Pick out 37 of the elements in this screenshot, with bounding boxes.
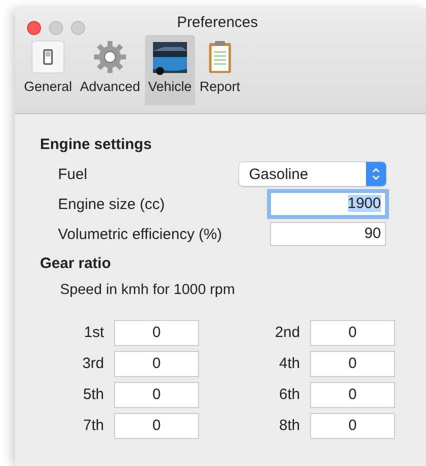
fuel-dropdown[interactable]: Gasoline <box>239 162 386 186</box>
section-heading: Gear ratio <box>40 255 112 272</box>
gear-label: 7th <box>82 416 104 436</box>
input-field[interactable]: 0 <box>114 382 199 408</box>
field-label: Fuel <box>58 166 88 182</box>
input-field[interactable]: 0 <box>310 382 395 408</box>
gear-label: 3rd <box>81 354 104 374</box>
zoom-button[interactable] <box>71 21 85 35</box>
car-icon <box>152 39 188 75</box>
gear-label: 6th <box>278 385 300 405</box>
toolbar-tab[interactable]: Vehicle <box>145 35 195 105</box>
toolbar-tab[interactable]: Report <box>196 35 244 105</box>
close-button[interactable] <box>27 21 41 35</box>
gear-label: 1st <box>82 323 104 343</box>
chevrons-icon <box>366 162 386 186</box>
gear-icon <box>92 39 128 75</box>
gear-label: 8th <box>278 416 300 436</box>
input-field[interactable]: 0 <box>114 320 199 346</box>
toolbar-tab[interactable]: General <box>21 35 76 105</box>
section-heading: Engine settings <box>40 136 153 153</box>
switch-icon <box>30 39 66 75</box>
minimize-button[interactable] <box>49 21 63 35</box>
field-label: Engine size (cc) <box>58 196 165 212</box>
field-label: Volumetric efficiency (%) <box>58 226 222 242</box>
hint-text: Speed in kmh for 1000 rpm <box>59 282 236 298</box>
gear-label: 2nd <box>274 323 300 343</box>
input-field[interactable]: 90 <box>270 222 386 246</box>
input-field[interactable]: 0 <box>310 351 395 377</box>
input-field[interactable]: 0 <box>114 413 199 439</box>
input-field[interactable]: 1900 <box>270 192 386 216</box>
gear-label: 4th <box>278 354 300 374</box>
toolbar-tab[interactable]: Advanced <box>77 35 144 105</box>
gear-label: 5th <box>82 385 104 405</box>
input-field[interactable]: 0 <box>310 320 395 346</box>
input-field[interactable]: 0 <box>114 351 199 377</box>
input-field[interactable]: 0 <box>310 413 395 439</box>
window-title: Preferences <box>177 14 258 31</box>
